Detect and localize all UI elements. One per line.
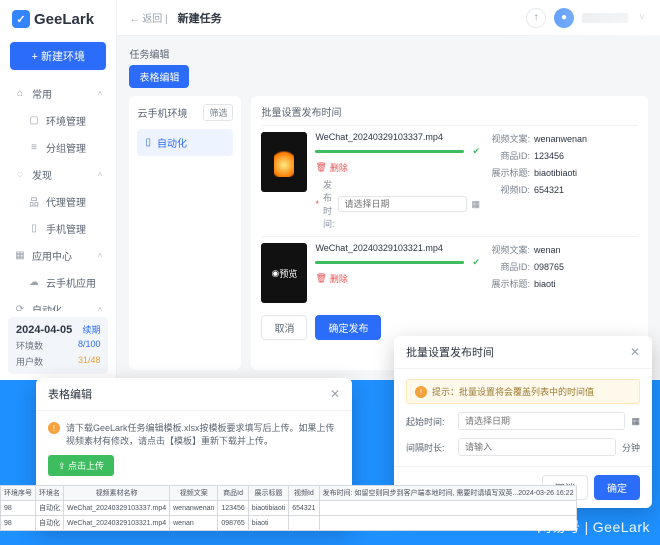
close-icon[interactable]: ✕	[630, 345, 640, 359]
cancel-button[interactable]: 取消	[261, 315, 307, 340]
col-header: 环境名	[36, 486, 64, 501]
calendar-icon[interactable]: ▦	[471, 199, 480, 210]
section-title: 任务编辑	[129, 46, 648, 61]
publish-time-input[interactable]	[338, 196, 467, 212]
delete-button[interactable]: 🗑 删除	[315, 161, 480, 174]
auto-icon: ⟳	[14, 304, 26, 312]
modal-text: 请下载GeeLark任务编辑模板.xlsx按模板要求填写后上传。如果上传视频素材…	[66, 421, 340, 447]
nav-appcenter[interactable]: ▦应用中心˄	[0, 242, 116, 269]
compass-icon: ◌	[14, 169, 26, 181]
check-icon: ✔	[472, 257, 480, 268]
grid-icon: ▦	[14, 250, 26, 262]
cloud-icon: ☁	[28, 277, 40, 289]
video-name: WeChat_20240329103321.mp4	[315, 243, 480, 253]
nav-group-manage[interactable]: ≡分组管理	[0, 134, 116, 161]
nav: ⌂常用˄ ▢环境管理 ≡分组管理 ◌发现˄ 品代理管理 ▯手机管理 ▦应用中心˄…	[0, 80, 116, 311]
chevron-down-icon[interactable]: ˅	[636, 12, 648, 24]
chevron-up-icon: ˄	[98, 251, 103, 260]
nav-phone[interactable]: ▯手机管理	[0, 215, 116, 242]
batch-time-modal: 批量设置发布时间✕ !提示：批量设置将会覆盖列表中的时间值 起始时间:▦ 间隔时…	[394, 336, 652, 508]
video-row: ◉预览 WeChat_20240329103321.mp4 ✔ 🗑 删除 视频文…	[261, 236, 638, 309]
renew-link[interactable]: 续期	[82, 323, 100, 336]
brand-text: GeeLark	[34, 11, 94, 28]
table-row: 98自动化WeChat_20240329103321.mp4wenan09876…	[1, 516, 577, 531]
nav-automation[interactable]: ⟳自动化˄	[0, 296, 116, 311]
modal-title: 表格编辑	[48, 386, 92, 402]
back-link[interactable]: ← 返回 |	[129, 10, 167, 25]
chevron-up-icon: ˄	[98, 170, 103, 179]
progress-bar	[315, 150, 464, 153]
check-icon: ✔	[472, 146, 480, 157]
col-header: 视频Id	[289, 486, 319, 501]
network-icon: 品	[28, 196, 40, 208]
video-row: WeChat_20240329103337.mp4 ✔ 🗑 删除 *发布时间: …	[261, 125, 638, 236]
username-redacted	[582, 13, 628, 23]
logo-icon: ✓	[12, 10, 30, 28]
quota-card: 2024-04-05 续期 环境数8/100 用户数31/48	[8, 317, 108, 374]
table-row: 98自动化WeChat_20240329103337.mp4wenanwenan…	[1, 501, 577, 516]
monitor-icon: ▢	[28, 115, 40, 127]
app-window: ✓ GeeLark + 新建环境 ⌂常用˄ ▢环境管理 ≡分组管理 ◌发现˄ 品…	[0, 0, 660, 380]
tab-table-edit[interactable]: 表格编辑	[129, 65, 189, 88]
video-thumb[interactable]	[261, 132, 307, 192]
delete-button[interactable]: 🗑 删除	[315, 272, 480, 285]
start-time-input[interactable]	[458, 412, 625, 430]
nav-discover[interactable]: ◌发现˄	[0, 161, 116, 188]
logo: ✓ GeeLark	[0, 0, 116, 38]
page-title: 新建任务	[178, 10, 222, 26]
progress-bar	[315, 261, 464, 264]
col-header: 展示标题	[248, 486, 288, 501]
env-item-automation[interactable]: ▯ 自动化	[137, 129, 233, 156]
panel-title: 批量设置发布时间	[261, 104, 638, 119]
nav-proxy[interactable]: 品代理管理	[0, 188, 116, 215]
new-env-button[interactable]: + 新建环境	[10, 42, 106, 70]
nav-common[interactable]: ⌂常用˄	[0, 80, 116, 107]
col-header: 商品Id	[218, 486, 248, 501]
col-header: 发布时间: 如留空则同步到客户端本地时间, 需要时请填写双英...2024-03…	[319, 486, 577, 501]
main: ← 返回 | 新建任务 ↑ ● ˅ 任务编辑 表格编辑 云手机环境	[117, 0, 660, 380]
phone-icon: ▯	[28, 223, 40, 235]
avatar[interactable]: ●	[554, 8, 574, 28]
modal-title: 批量设置发布时间	[406, 344, 494, 360]
card-date: 2024-04-05	[16, 324, 72, 336]
video-panel: 批量设置发布时间 WeChat_20240329103337.mp4 ✔ 🗑 删…	[251, 96, 648, 370]
phone-env-panel: 云手机环境 筛选 ▯ 自动化	[129, 96, 241, 370]
chevron-up-icon: ˄	[98, 305, 103, 311]
warning-icon: !	[48, 422, 60, 434]
nav-cloud-app[interactable]: ☁云手机应用	[0, 269, 116, 296]
folder-icon: ≡	[28, 142, 40, 154]
home-icon: ⌂	[14, 88, 26, 100]
content: 任务编辑 表格编辑 云手机环境 筛选 ▯ 自动化 批量	[117, 36, 660, 380]
phone-icon: ▯	[145, 137, 151, 148]
col-header: 视频文案	[170, 486, 218, 501]
preview-icon: ◉	[272, 268, 280, 279]
filter-button[interactable]: 筛选	[203, 104, 233, 121]
spreadsheet: 环境序号环境名视频素材名称视频文案商品Id展示标题视频Id发布时间: 如留空则同…	[0, 485, 577, 531]
calendar-icon[interactable]: ▦	[631, 416, 640, 427]
chevron-up-icon: ˄	[98, 89, 103, 98]
watermark: 网易号|GeeLark	[537, 517, 650, 537]
interval-input[interactable]	[458, 438, 616, 456]
info-icon: !	[415, 386, 427, 398]
video-thumb[interactable]: ◉预览	[261, 243, 307, 303]
col-header: 环境序号	[1, 486, 36, 501]
confirm-publish-button[interactable]: 确定发布	[315, 315, 381, 340]
close-icon[interactable]: ✕	[330, 387, 340, 401]
ok-button[interactable]: 确定	[594, 475, 640, 500]
video-name: WeChat_20240329103337.mp4	[315, 132, 480, 142]
sidebar: ✓ GeeLark + 新建环境 ⌂常用˄ ▢环境管理 ≡分组管理 ◌发现˄ 品…	[0, 0, 117, 380]
panel-title: 云手机环境	[137, 105, 187, 120]
col-header: 视频素材名称	[64, 486, 170, 501]
upload-button[interactable]: ⇪ 点击上传	[48, 455, 114, 476]
upload-icon[interactable]: ↑	[526, 8, 546, 28]
nav-env-manage[interactable]: ▢环境管理	[0, 107, 116, 134]
topbar: ← 返回 | 新建任务 ↑ ● ˅	[117, 0, 660, 36]
